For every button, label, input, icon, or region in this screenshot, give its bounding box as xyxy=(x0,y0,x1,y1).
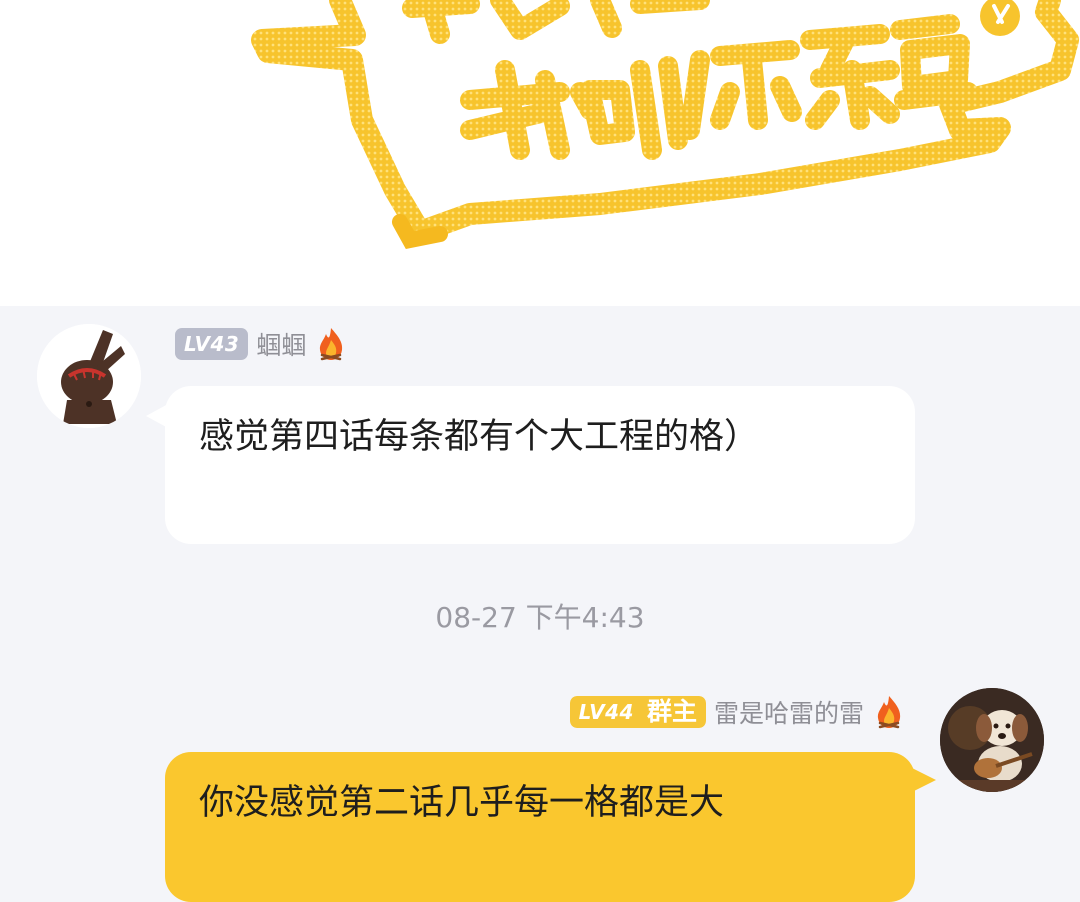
timestamp: 08-27 下午4:43 xyxy=(435,601,645,634)
message-bubble[interactable]: 感觉第四话每条都有个大工程的格） xyxy=(165,386,915,544)
level-badge: LV44 xyxy=(569,696,643,728)
message-meta: LV44 群主 雷是哈雷的雷 xyxy=(569,692,904,732)
group-owner-badge: 群主 xyxy=(642,696,706,728)
flame-icon xyxy=(320,328,343,361)
flame-icon xyxy=(877,696,901,729)
badge-group: LV44 群主 xyxy=(569,696,706,728)
username[interactable]: 雷是哈雷的雷 xyxy=(714,694,864,730)
speech-bubble-artwork xyxy=(251,0,1079,249)
bubble-tail xyxy=(912,768,936,792)
username[interactable]: 蝈蝈 xyxy=(256,326,306,362)
message-bubble[interactable]: 你没感觉第二话几乎每一格都是大 xyxy=(165,752,915,902)
bunny-avatar-icon xyxy=(37,324,141,428)
level-badge: LV43 xyxy=(175,328,249,360)
message-meta: LV43 蝈蝈 xyxy=(175,324,346,364)
dog-guitar-avatar-icon xyxy=(940,688,1044,792)
banner-artwork xyxy=(0,0,1080,306)
user-avatar[interactable] xyxy=(37,324,141,428)
chat-area[interactable]: LV43 蝈蝈 感觉第四话每条都有个大工程的格） 08-27 下午4:43 LV… xyxy=(0,306,1080,902)
user-avatar[interactable] xyxy=(940,688,1044,792)
